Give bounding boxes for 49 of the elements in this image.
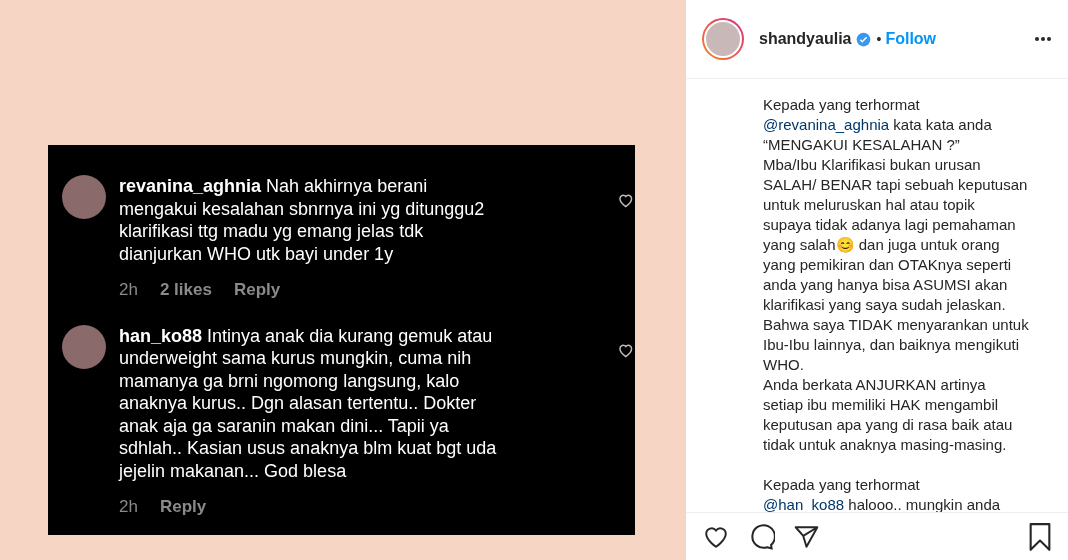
caption-text: Mba/Ibu Klarifikasi bukan urusan xyxy=(763,155,982,175)
avatar-placeholder xyxy=(62,175,106,219)
send-icon[interactable] xyxy=(793,523,820,550)
heart-icon[interactable] xyxy=(617,191,635,209)
comment-text: han_ko88 Intinya anak dia kurang gemuk atau xyxy=(119,324,494,347)
caption-text: setiap ibu memiliki HAK mengambil xyxy=(763,395,1000,415)
caption-text: klarifikasi yang saya sudah jelaskan. xyxy=(763,295,1007,315)
caption-text: SALAH/ BENAR tapi sebuah keputusan xyxy=(763,175,1029,195)
username[interactable]: shandyaulia xyxy=(759,27,852,51)
caption-text: anda yang hanya bisa ASUMSI akan xyxy=(763,275,1009,295)
caption-text: yang pemikiran dan OTAKnya seperti xyxy=(763,255,1013,275)
caption-text: Ibu-Ibu lainnya, dan baiknya mengikuti xyxy=(763,335,1020,355)
comment-username[interactable]: revanina_aghnia xyxy=(119,176,267,196)
comment-time: 2h xyxy=(119,496,138,518)
avatar-placeholder xyxy=(62,324,106,369)
caption-text: Anda berkata ANJURKAN artinya xyxy=(763,375,987,395)
caption-text: yang salah😊 dan juga untuk orang xyxy=(763,235,1001,255)
comment-action[interactable]: Reply xyxy=(233,277,281,303)
caption-text: Kepada yang terhormat xyxy=(763,475,921,495)
caption-text: untuk meluruskan hal atau topik xyxy=(763,195,976,215)
comment-text: dianjurkan WHO utk bayi under 1y xyxy=(119,242,395,265)
comment-username[interactable]: han_ko88 xyxy=(119,325,208,346)
caption-text: “MENGAKUI KESALAHAN ?” xyxy=(763,135,961,155)
avatar-ring[interactable] xyxy=(702,18,744,60)
comment-text: anaknya kurus.. Dgn alasan tertentu.. Dokter xyxy=(119,392,478,415)
comment-time: 2h xyxy=(119,279,138,301)
comment-icon[interactable] xyxy=(748,523,775,550)
caption-text: @revanina_aghnia kata kata anda xyxy=(763,115,993,135)
more-options-icon[interactable] xyxy=(1034,36,1052,42)
comment-action[interactable]: 2 likes xyxy=(159,277,212,303)
caption-text: WHO. xyxy=(763,355,805,375)
avatar-placeholder xyxy=(704,20,742,58)
caption-text: keputusan apa yang di rasa baik atau xyxy=(763,415,1014,435)
comment-text: sdhlah.. Kasian usus anaknya blm kuat bgt uda xyxy=(119,437,498,460)
comment-text: revanina_aghnia Nah akhirnya berani xyxy=(119,175,429,198)
bookmark-icon[interactable] xyxy=(1028,522,1052,551)
separator-dot: • xyxy=(876,29,882,49)
mention-link[interactable]: @revanina_aghnia xyxy=(763,116,890,133)
caption-text: Kepada yang terhormat xyxy=(763,95,921,115)
caption-text: supaya tidak adanya lagi pemahaman xyxy=(763,215,1017,235)
comment-text: underweight sama kurus mungkin, cuma nih xyxy=(119,347,473,370)
comment-text: mengakui kesalahan sbnrnya ini yg ditunggu2 xyxy=(119,197,486,220)
comment-action[interactable]: Reply xyxy=(159,494,207,520)
comment-text: klarifikasi ttg madu yg emang jelas tdk xyxy=(119,220,425,243)
caption-text: Bahwa saya TIDAK menyarankan untuk xyxy=(763,315,1030,335)
caption-text: tidak untuk anaknya masing-masing. xyxy=(763,435,1008,455)
comment-text: mamanya ga brni ngomong langsung, kalo xyxy=(119,369,461,392)
comment-text: anak aja ga saranin makan dini... Tapii ya xyxy=(119,414,450,437)
comment-text: jejelin makanan... God blesa xyxy=(119,459,348,482)
